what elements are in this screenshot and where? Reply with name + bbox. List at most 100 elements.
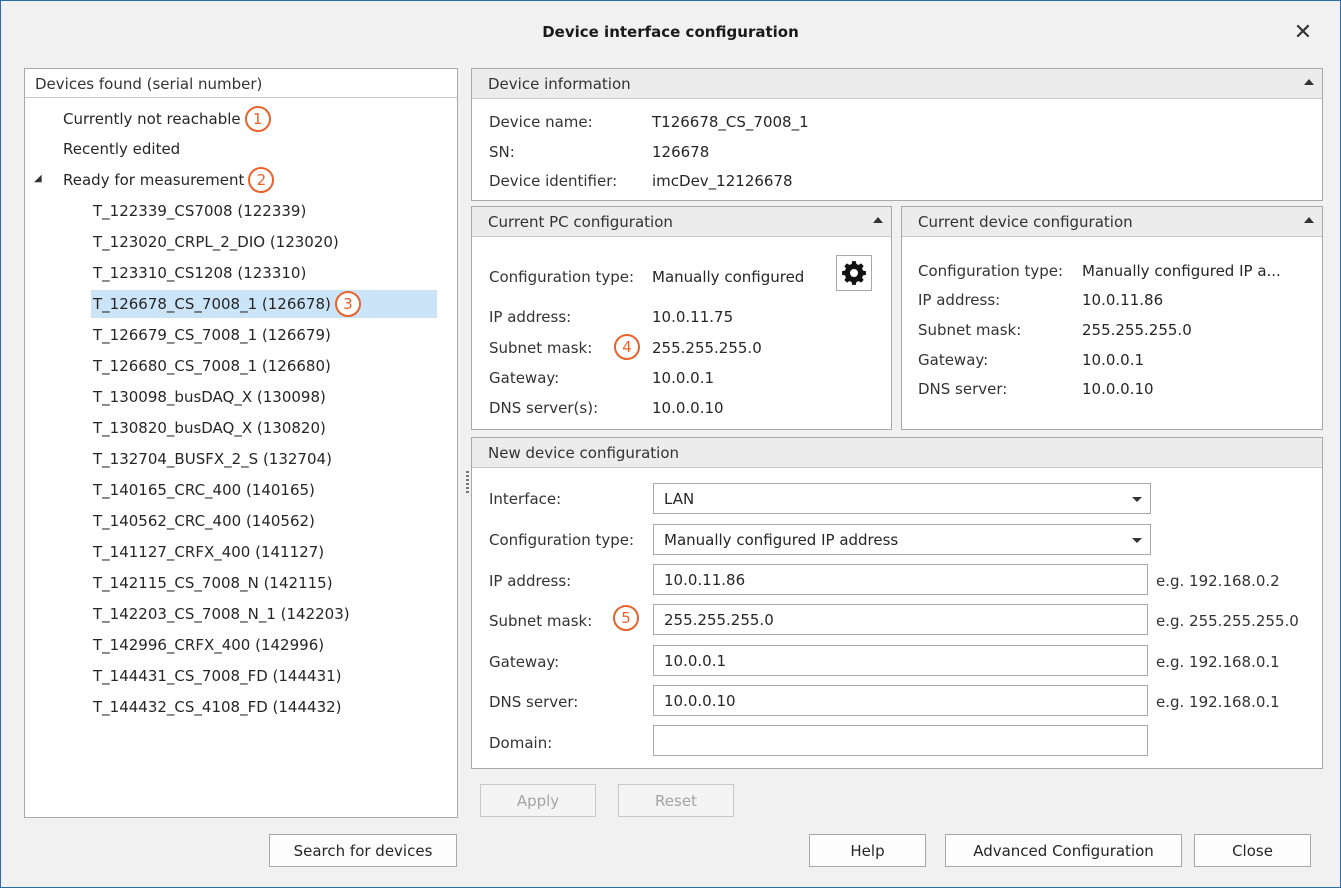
- tree-item-label: Ready for measurement: [63, 171, 245, 189]
- device-identifier-value: imcDev_12126678: [652, 172, 793, 190]
- pc-gateway-value: 10.0.0.1: [652, 369, 715, 387]
- tree-item-not-reachable[interactable]: Currently not reachable 1: [63, 105, 271, 133]
- device-ip-value: 10.0.11.86: [1082, 291, 1164, 309]
- tree-item-device[interactable]: T_144432_CS_4108_FD (144432): [93, 693, 342, 721]
- interface-label: Interface:: [489, 490, 562, 508]
- new-ip-label: IP address:: [489, 572, 572, 590]
- collapse-caret-icon[interactable]: [1304, 79, 1314, 85]
- collapse-caret-icon[interactable]: [1304, 217, 1314, 223]
- subnet-mask-input[interactable]: 255.255.255.0: [653, 604, 1148, 635]
- tree-item-label: T_130098_busDAQ_X (130098): [93, 388, 326, 406]
- tree-item-device[interactable]: T_122339_CS7008 (122339): [93, 197, 306, 225]
- gateway-input[interactable]: 10.0.0.1: [653, 645, 1148, 676]
- tree-item-label: T_126680_CS_7008_1 (126680): [93, 357, 331, 375]
- device-gateway-label: Gateway:: [918, 351, 989, 369]
- pc-ip-value: 10.0.11.75: [652, 308, 734, 326]
- dns-server-hint: e.g. 192.168.0.1: [1156, 693, 1280, 711]
- interface-selected-value: LAN: [664, 490, 695, 508]
- new-device-configuration-group: New device configuration Interface: LAN …: [471, 437, 1323, 769]
- config-type-dropdown[interactable]: Manually configured IP address: [653, 524, 1151, 555]
- tree-item-label: T_122339_CS7008 (122339): [93, 202, 307, 220]
- device-name-value: T126678_CS_7008_1: [652, 113, 809, 131]
- device-dns-label: DNS server:: [918, 380, 1008, 398]
- device-tree[interactable]: Devices found (serial number) Currently …: [24, 68, 458, 818]
- tree-item-device[interactable]: T_142115_CS_7008_N (142115): [93, 569, 333, 597]
- callout-badge-1: 1: [244, 106, 271, 132]
- tree-item-ready[interactable]: Ready for measurement 2: [63, 166, 275, 194]
- tree-item-label: T_142996_CRFX_400 (142996): [93, 636, 325, 654]
- config-type-selected-value: Manually configured IP address: [664, 531, 899, 549]
- device-config-type-label: Configuration type:: [918, 262, 1064, 280]
- ip-address-input[interactable]: 10.0.11.86: [653, 564, 1148, 595]
- new-subnet-label: Subnet mask:: [489, 612, 593, 630]
- tree-item-device[interactable]: T_132704_BUSFX_2_S (132704): [93, 445, 332, 473]
- network-settings-button[interactable]: [836, 255, 872, 291]
- callout-badge-3: 3: [334, 291, 361, 317]
- close-button[interactable]: Close: [1194, 834, 1311, 867]
- group-header: New device configuration: [472, 438, 1322, 468]
- tree-item-label: T_140165_CRC_400 (140165): [93, 481, 315, 499]
- tree-item-device[interactable]: T_141127_CRFX_400 (141127): [93, 538, 324, 566]
- current-device-configuration-group: Current device configuration Configurati…: [901, 206, 1323, 430]
- pc-config-type-value: Manually configured: [652, 268, 805, 286]
- tree-item-label: T_132704_BUSFX_2_S (132704): [93, 450, 332, 468]
- tree-item-recently-edited[interactable]: Recently edited: [63, 135, 180, 163]
- tree-item-label: T_142115_CS_7008_N (142115): [93, 574, 333, 592]
- advanced-configuration-button[interactable]: Advanced Configuration: [945, 834, 1182, 867]
- tree-item-label: T_144432_CS_4108_FD (144432): [93, 698, 342, 716]
- tree-item-device[interactable]: T_130098_busDAQ_X (130098): [93, 383, 326, 411]
- reset-button[interactable]: Reset: [618, 784, 734, 817]
- collapse-triangle-icon[interactable]: ◢: [34, 173, 42, 184]
- close-icon[interactable]: ✕: [1288, 17, 1318, 47]
- new-dns-label: DNS server:: [489, 693, 579, 711]
- device-dns-value: 10.0.0.10: [1082, 380, 1154, 398]
- tree-item-device[interactable]: T_140562_CRC_400 (140562): [93, 507, 315, 535]
- domain-input[interactable]: [653, 725, 1148, 756]
- tree-item-device[interactable]: T_126679_CS_7008_1 (126679): [93, 321, 331, 349]
- window-title: Device interface configuration: [542, 23, 799, 41]
- pc-ip-label: IP address:: [489, 308, 572, 326]
- pc-subnet-value: 255.255.255.0: [652, 339, 762, 357]
- interface-dropdown[interactable]: LAN: [653, 483, 1151, 514]
- callout-badge-5: 5: [613, 605, 639, 631]
- group-header: Device information: [472, 69, 1322, 99]
- tree-item-device[interactable]: T_144431_CS_7008_FD (144431): [93, 662, 342, 690]
- help-button[interactable]: Help: [809, 834, 926, 867]
- title-bar: Device interface configuration ✕: [1, 1, 1340, 65]
- collapse-caret-icon[interactable]: [873, 217, 883, 223]
- sn-label: SN:: [489, 143, 515, 161]
- pc-subnet-label: Subnet mask:: [489, 339, 593, 357]
- config-type-label: Configuration type:: [489, 531, 635, 549]
- gateway-hint: e.g. 192.168.0.1: [1156, 653, 1280, 671]
- gear-icon: [842, 261, 866, 285]
- device-config-type-value: Manually configured IP a...: [1082, 262, 1281, 280]
- pc-dns-value: 10.0.0.10: [652, 399, 724, 417]
- tree-item-device[interactable]: T_140165_CRC_400 (140165): [93, 476, 315, 504]
- tree-item-device[interactable]: T_142203_CS_7008_N_1 (142203): [93, 600, 350, 628]
- search-for-devices-button[interactable]: Search for devices: [269, 834, 457, 867]
- device-information-group: Device information Device name: T126678_…: [471, 68, 1323, 201]
- callout-badge-2: 2: [248, 167, 275, 193]
- splitter-handle[interactable]: [466, 471, 469, 495]
- pc-gateway-label: Gateway:: [489, 369, 560, 387]
- tree-item-label: T_123310_CS1208 (123310): [93, 264, 307, 282]
- pc-config-type-label: Configuration type:: [489, 268, 635, 286]
- ip-address-hint: e.g. 192.168.0.2: [1156, 572, 1280, 590]
- device-name-label: Device name:: [489, 113, 593, 131]
- apply-button[interactable]: Apply: [480, 784, 596, 817]
- device-gateway-value: 10.0.0.1: [1082, 351, 1145, 369]
- domain-label: Domain:: [489, 734, 553, 752]
- tree-item-device[interactable]: T_123020_CRPL_2_DIO (123020): [93, 228, 339, 256]
- tree-item-label: Currently not reachable: [63, 110, 241, 128]
- tree-item-device[interactable]: T_130820_busDAQ_X (130820): [93, 414, 326, 442]
- tree-item-device[interactable]: T_126678_CS_7008_1 (126678) 3: [91, 290, 437, 318]
- tree-item-label: T_140562_CRC_400 (140562): [93, 512, 315, 530]
- tree-item-device[interactable]: T_142996_CRFX_400 (142996): [93, 631, 324, 659]
- tree-item-label: T_123020_CRPL_2_DIO (123020): [93, 233, 339, 251]
- dns-server-input[interactable]: 10.0.0.10: [653, 685, 1148, 716]
- tree-item-label: Recently edited: [63, 140, 181, 158]
- callout-badge-4: 4: [614, 334, 640, 360]
- tree-item-label: T_141127_CRFX_400 (141127): [93, 543, 325, 561]
- tree-item-device[interactable]: T_126680_CS_7008_1 (126680): [93, 352, 331, 380]
- tree-item-device[interactable]: T_123310_CS1208 (123310): [93, 259, 306, 287]
